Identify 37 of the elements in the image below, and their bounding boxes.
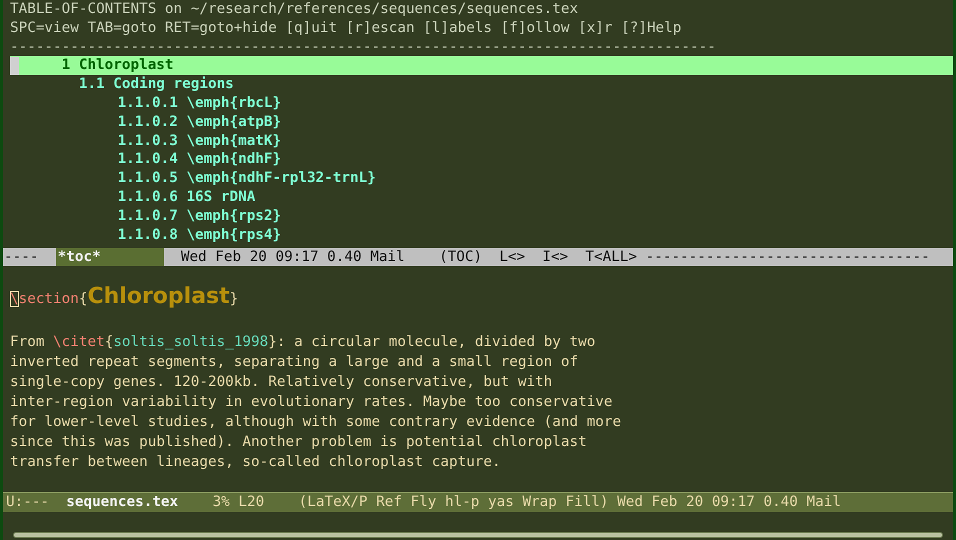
text-line: inter-region variability in evolutionary rates. Maybe too conservative [10,393,613,412]
mode-flags: U:--- [5,493,50,512]
cursor-block [10,56,19,75]
mode-flags: ---- [3,248,38,266]
toc-entry[interactable]: 1.1.0.6 16S rDNA [18,188,256,207]
separator-line: ---------------------------------------------------------------------------------- [10,38,716,56]
mode-info: (LaTeX/P Ref Fly hl-p yas Wrap Fill) Wed Feb 20 09:17 0.40 Mail [298,493,841,512]
brace: { [78,290,88,309]
text-line: From \citet{soltis_soltis_1998}: a circular molecule, divided by two [10,333,596,352]
buffer-name: sequences.tex [66,493,178,512]
toc-entry[interactable]: 1.1.0.4 \emph{ndhF} [18,150,282,170]
toc-entry[interactable]: 1.1.0.3 \emph{matK} [18,132,282,150]
toc-header-line: TABLE-OF-CONTENTS on ~/research/references/sequences/sequences.tex [10,0,578,19]
buffer-name: *toc* [56,248,164,266]
mode-info: Wed Feb 20 09:17 0.40 Mail [180,248,405,266]
toc-entry[interactable]: 1.1 Coding regions [18,75,234,94]
section-title: Chloroplast [87,288,230,307]
toc-entry[interactable]: 1.1.0.1 \emph{rbcL} [18,94,282,113]
toc-entry[interactable]: 1.1.0.5 \emph{ndhF-rpl32-trnL} [18,169,376,188]
mode-fill: --------------------------------- [646,248,930,266]
toc-entry[interactable]: 1.1.0.8 \emph{rps4} [18,226,282,244]
text-line: inverted repeat segments, separating a large and a small region of [10,353,578,372]
latex-command: \section [10,290,79,309]
toc-entry[interactable]: 1.1.0.7 \emph{rps2} [18,206,282,226]
toc-entry[interactable]: 1.1.0.2 \emph{atpB} [18,112,282,132]
toc-entry[interactable]: 1 Chloroplast [18,56,174,76]
toc-header-line: SPC=view TAB=goto RET=goto+hide [q]uit [r]escan [l]abels [f]ollow [x]r [?]Help [10,18,682,38]
text-line: for lower-level studies, although with some contrary evidence (and more [10,413,622,432]
buffer-position: 3% L20 [212,493,264,512]
text-line: transfer between lineages, so-called chloroplast capture. [10,453,501,472]
mode-field: I<> [542,248,568,266]
text-line: since this was published). Another problem is potential chloroplast [10,433,587,452]
brace: } [230,290,238,309]
mode-name: (TOC) [439,248,482,266]
mode-field: L<> [499,248,526,266]
mode-field: T<ALL> [585,248,638,266]
text-line: single-copy genes. 120-200kb. Relatively conservative, but with [10,373,552,392]
